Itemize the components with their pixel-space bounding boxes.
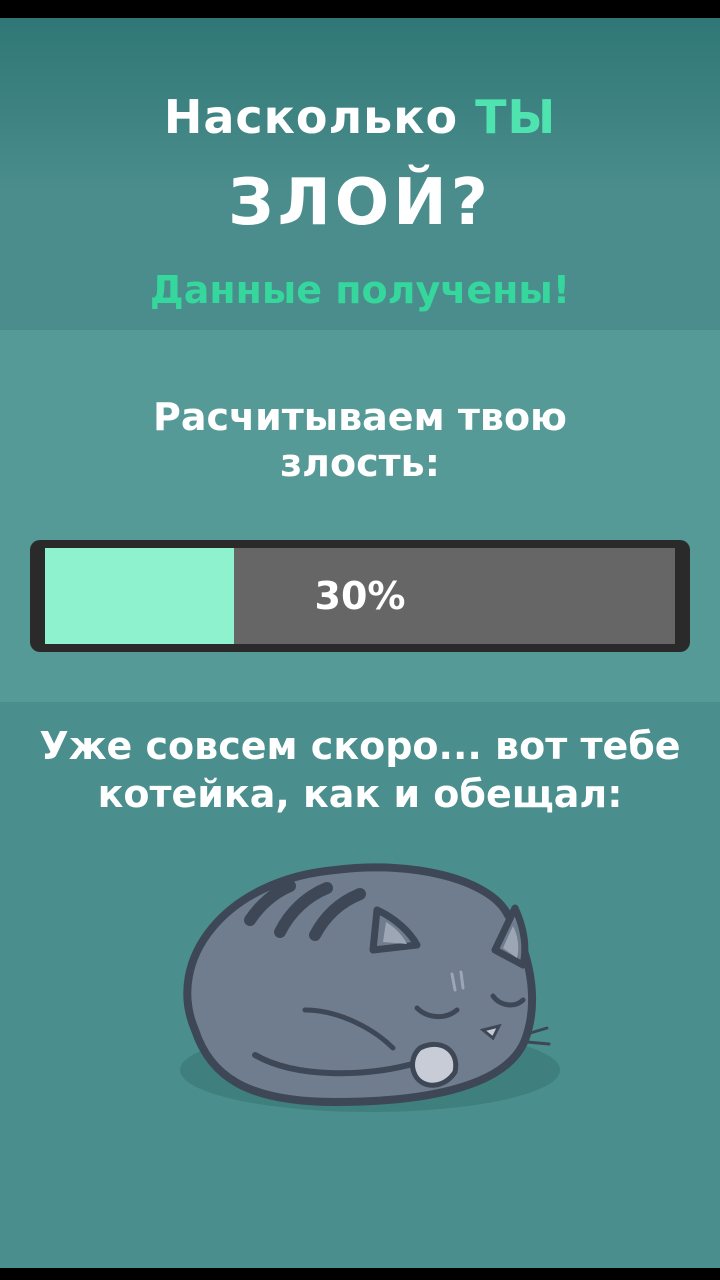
header-panel: Насколько ТЫ ЗЛОЙ? Данные получены! [0, 18, 720, 330]
bottom-bar [0, 1268, 720, 1280]
title-line-2: ЗЛОЙ? [228, 166, 492, 240]
quiz-screen: Насколько ТЫ ЗЛОЙ? Данные получены! Расч… [0, 18, 720, 1268]
progress-bar: 30% [30, 540, 690, 652]
calc-label: Расчитываем твою злость: [153, 395, 567, 485]
title-prefix: Насколько [163, 90, 476, 144]
progress-panel: Расчитываем твою злость: 30% [0, 330, 720, 702]
progress-text: 30% [314, 574, 406, 618]
title-accent: ТЫ [475, 90, 557, 144]
cat-panel: Уже совсем скоро... вот тебе котейка, ка… [0, 702, 720, 1268]
progress-track: 30% [45, 548, 675, 644]
status-text: Данные получены! [149, 268, 571, 312]
note-text: Уже совсем скоро... вот тебе котейка, ка… [39, 724, 681, 816]
title-line-1: Насколько ТЫ [0, 90, 720, 144]
sleeping-cat-icon [180, 863, 560, 1112]
